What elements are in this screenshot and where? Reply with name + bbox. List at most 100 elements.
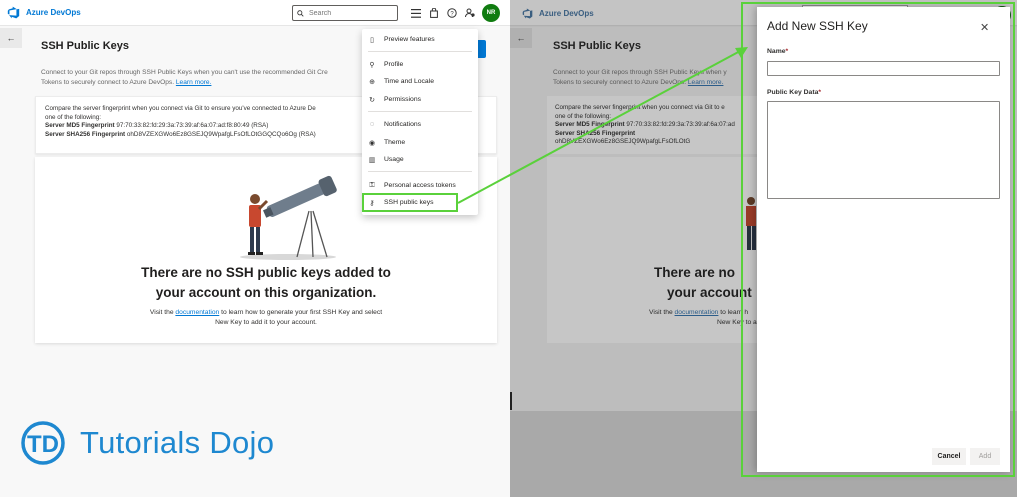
menu-item-preview-features[interactable]: ▯ Preview features bbox=[362, 31, 478, 48]
dimmed-page-title: SSH Public Keys bbox=[553, 40, 642, 52]
dimmed-empty-subtext: Visit the documentation to learn h New K… bbox=[649, 308, 757, 328]
dimmed-description-line-2: Tokens to securely connect to Azure DevO… bbox=[553, 78, 753, 88]
azure-devops-icon bbox=[522, 8, 533, 19]
dimmed-learn-more-link: Learn more. bbox=[687, 79, 724, 86]
dimmed-sha256-fingerprint: Server SHA256 Fingerprint ohD8VZEXGWo6Ez… bbox=[555, 130, 749, 147]
empty-title-line-2: your account on this organization. bbox=[155, 285, 377, 300]
dimmed-sha256-label: Server SHA256 Fingerprint bbox=[555, 129, 636, 137]
public-key-label: Public Key Data* bbox=[767, 89, 821, 96]
menu-item-permissions[interactable]: ↻ Permissions bbox=[362, 91, 478, 108]
menu-item-personal-access-tokens[interactable]: ⚿ Personal access tokens bbox=[362, 177, 478, 194]
dialog-title: Add New SSH Key bbox=[767, 19, 868, 33]
menu-label: Notifications bbox=[384, 121, 422, 128]
sha256-label: Server SHA256 Fingerprint bbox=[45, 130, 126, 138]
dimmed-documentation-link: documentation bbox=[674, 309, 719, 316]
top-bar: Azure DevOps ? NR bbox=[0, 0, 510, 26]
add-button[interactable]: Add bbox=[970, 448, 1000, 465]
menu-divider bbox=[368, 51, 472, 52]
dimmed-empty-title-line-2: your account bbox=[667, 285, 752, 300]
ssh-keys-highlight-box bbox=[362, 193, 458, 212]
menu-divider bbox=[368, 171, 472, 172]
menu-label: Permissions bbox=[384, 96, 422, 103]
dimmed-sha256-value: ohD8VZEXGWo6Ez8GSEJQ9WpafgLFsOfLOtG bbox=[555, 138, 691, 146]
dimmed-empty-sub-suffix: to learn h bbox=[718, 309, 749, 316]
empty-sub-suffix: to learn how to generate your first SSH … bbox=[219, 309, 383, 316]
menu-item-theme[interactable]: ◉ Theme bbox=[362, 134, 478, 151]
description-text: Tokens to securely connect to Azure DevO… bbox=[41, 79, 176, 86]
menu-item-notifications[interactable]: ◌ Notifications bbox=[362, 116, 478, 133]
back-arrow-icon[interactable]: ← bbox=[0, 28, 22, 48]
globe-icon: ⊕ bbox=[369, 78, 375, 86]
menu-label: Theme bbox=[384, 139, 406, 146]
page-icon: ▯ bbox=[370, 36, 374, 44]
dimmed-empty-state-card: There are no your account Visit the docu… bbox=[547, 157, 757, 343]
close-icon[interactable]: ✕ bbox=[980, 21, 989, 34]
menu-label: Preview features bbox=[384, 36, 435, 43]
dimmed-md5-value: 97:70:33:82:fd:29:3a:73:39:af:6a:07:ad bbox=[626, 121, 735, 129]
required-mark: * bbox=[818, 89, 822, 96]
dark-edge bbox=[510, 392, 512, 410]
eye-icon: ◉ bbox=[368, 139, 376, 147]
dimmed-empty-sub-line-2: New Key to a bbox=[717, 319, 757, 326]
empty-state-subtext: Visit the documentation to learn how to … bbox=[130, 308, 402, 328]
menu-label: Profile bbox=[384, 61, 404, 68]
documentation-link[interactable]: documentation bbox=[175, 309, 219, 316]
tutorials-dojo-watermark: TD Tutorials Dojo bbox=[20, 420, 274, 466]
left-screenshot: Azure DevOps ? NR ← SSH Public Keys Conn… bbox=[0, 0, 510, 497]
app-name: Azure DevOps bbox=[26, 8, 81, 17]
menu-item-profile[interactable]: ⚲ Profile bbox=[362, 56, 478, 73]
empty-title-line-1: There are no SSH public keys added to bbox=[141, 265, 391, 280]
md5-label: Server MD5 Fingerprint bbox=[45, 122, 115, 130]
dimmed-md5-fingerprint: Server MD5 Fingerprint 97:70:33:82:fd:29… bbox=[555, 121, 749, 130]
name-label-text: Name bbox=[767, 48, 786, 55]
dimmed-md5-label: Server MD5 Fingerprint bbox=[555, 121, 625, 129]
menu-label: Usage bbox=[384, 156, 404, 163]
cancel-button[interactable]: Cancel bbox=[932, 448, 966, 465]
public-key-data-input[interactable] bbox=[767, 101, 1000, 199]
required-mark: * bbox=[785, 48, 789, 55]
search-icon bbox=[297, 4, 304, 22]
menu-label: Personal access tokens bbox=[384, 182, 456, 189]
sha256-value: ohD8VZEXGWo6Ez8GSEJQ9WpafgLFsOfLOtGGQCQo… bbox=[126, 130, 316, 138]
dimmed-telescope-illustration bbox=[746, 197, 756, 250]
dimmed-fingerprint-intro-2: one of the following: bbox=[555, 112, 612, 120]
name-label: Name* bbox=[767, 48, 788, 55]
avatar[interactable]: NR bbox=[482, 4, 500, 22]
logo-badge-text: TD bbox=[27, 431, 59, 458]
name-input[interactable] bbox=[767, 61, 1000, 76]
empty-sub-line-2: New Key to add it to your account. bbox=[215, 319, 317, 326]
dimmed-app-logo: Azure DevOps bbox=[522, 8, 594, 19]
watermark-text: Tutorials Dojo bbox=[80, 425, 275, 460]
dimmed-description-text: Tokens to securely connect to Azure DevO… bbox=[553, 79, 688, 86]
dimmed-empty-title: There are no your account bbox=[654, 263, 752, 303]
menu-divider bbox=[368, 111, 472, 112]
user-settings-icon[interactable] bbox=[464, 7, 476, 19]
menu-item-time-locale[interactable]: ⊕ Time and Locale bbox=[362, 73, 478, 90]
link-icon: ⚲ bbox=[369, 61, 375, 69]
dimmed-empty-sub-prefix: Visit the bbox=[649, 309, 675, 316]
chat-icon: ◌ bbox=[369, 121, 375, 128]
dimmed-back-arrow-icon: ← bbox=[510, 28, 532, 48]
md5-value: 97:70:33:82:fd:29:3a:73:39:af:6a:07:ad:f… bbox=[116, 122, 269, 130]
search-box[interactable] bbox=[292, 5, 398, 21]
add-ssh-key-dialog: Add New SSH Key ✕ Name* Public Key Data*… bbox=[757, 7, 1010, 472]
page-title: SSH Public Keys bbox=[41, 40, 130, 52]
search-input[interactable] bbox=[309, 9, 389, 17]
empty-sub-prefix: Visit the bbox=[149, 309, 176, 316]
app-logo[interactable]: Azure DevOps bbox=[7, 6, 81, 19]
menu-item-usage[interactable]: ▥ Usage bbox=[362, 151, 478, 168]
list-settings-icon[interactable] bbox=[410, 7, 422, 19]
help-icon[interactable]: ? bbox=[446, 7, 458, 19]
learn-more-link[interactable]: Learn more. bbox=[176, 79, 212, 86]
azure-devops-icon bbox=[7, 6, 20, 19]
telescope-illustration bbox=[240, 175, 337, 260]
public-key-label-text: Public Key Data bbox=[767, 89, 819, 96]
dimmed-fingerprint-panel: Compare the server fingerprint when you … bbox=[547, 96, 757, 154]
dimmed-description-line-1: Connect to your Git repos through SSH Pu… bbox=[553, 69, 727, 76]
dimmed-app-name: Azure DevOps bbox=[539, 9, 594, 18]
user-settings-menu: ▯ Preview features ⚲ Profile ⊕ Time and Loc… bbox=[362, 29, 478, 215]
empty-state-title: There are no SSH public keys added to yo… bbox=[35, 263, 497, 303]
dimmed-fingerprint-intro-1: Compare the server fingerprint when you … bbox=[555, 104, 725, 111]
tutorials-dojo-logo-icon: TD bbox=[21, 421, 65, 465]
marketplace-bag-icon[interactable] bbox=[428, 7, 440, 19]
